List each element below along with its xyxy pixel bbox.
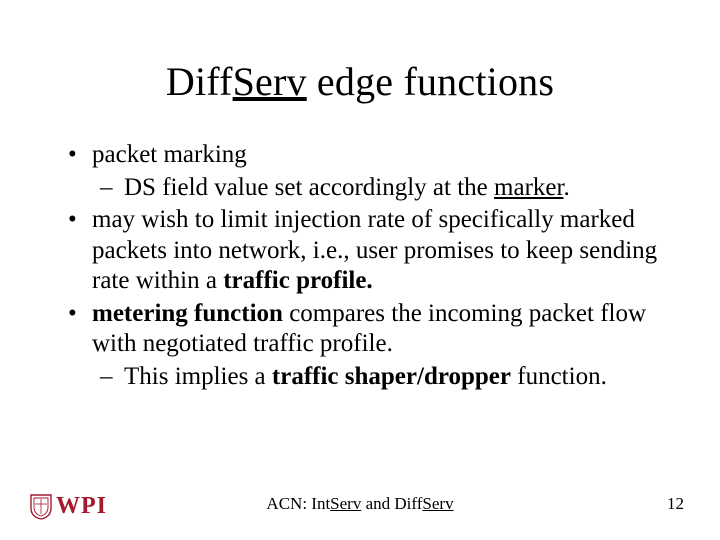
bullet-2: may wish to limit injection rate of spec… bbox=[62, 205, 662, 297]
bullet-3-sub-1-post: function. bbox=[511, 363, 607, 390]
footer-center-u2: Serv bbox=[422, 494, 453, 513]
footer-center-mid: and Diff bbox=[361, 494, 422, 513]
bullet-1-sub-1-pre: DS field value set accordingly at the bbox=[124, 174, 494, 201]
bullet-2-pre: may wish to limit injection rate of spec… bbox=[92, 206, 657, 294]
bullet-1-text: packet marking bbox=[92, 141, 247, 168]
bullet-3-sub-1-pre: This implies a bbox=[124, 363, 272, 390]
bullet-3-bold: metering function bbox=[92, 300, 283, 327]
bullet-3: metering function compares the incoming … bbox=[62, 299, 662, 360]
bullet-1-sub-1-underline: marker bbox=[494, 174, 563, 201]
title-abbrev: Serv bbox=[233, 59, 307, 104]
slide: DiffServ edge functions packet marking D… bbox=[0, 0, 720, 540]
bullet-3-sub-1: This implies a traffic shaper/dropper fu… bbox=[62, 362, 662, 393]
footer-center-u1: Serv bbox=[330, 494, 361, 513]
footer-center-pre: ACN: Int bbox=[266, 494, 330, 513]
page-number: 12 bbox=[667, 494, 684, 514]
bullet-1: packet marking bbox=[62, 140, 662, 171]
slide-body: packet marking DS field value set accord… bbox=[62, 140, 662, 394]
bullet-2-bold: traffic profile. bbox=[223, 267, 372, 294]
slide-title: DiffServ edge functions bbox=[0, 58, 720, 105]
bullet-3-sub-1-bold: traffic shaper/dropper bbox=[272, 363, 511, 390]
title-suffix: edge functions bbox=[307, 59, 554, 104]
footer: WPI ACN: IntServ and DiffServ 12 bbox=[0, 480, 720, 520]
footer-center: ACN: IntServ and DiffServ bbox=[0, 494, 720, 514]
title-prefix: Diff bbox=[166, 59, 233, 104]
bullet-1-sub-1-post: . bbox=[563, 174, 569, 201]
bullet-1-sub-1: DS field value set accordingly at the ma… bbox=[62, 173, 662, 204]
